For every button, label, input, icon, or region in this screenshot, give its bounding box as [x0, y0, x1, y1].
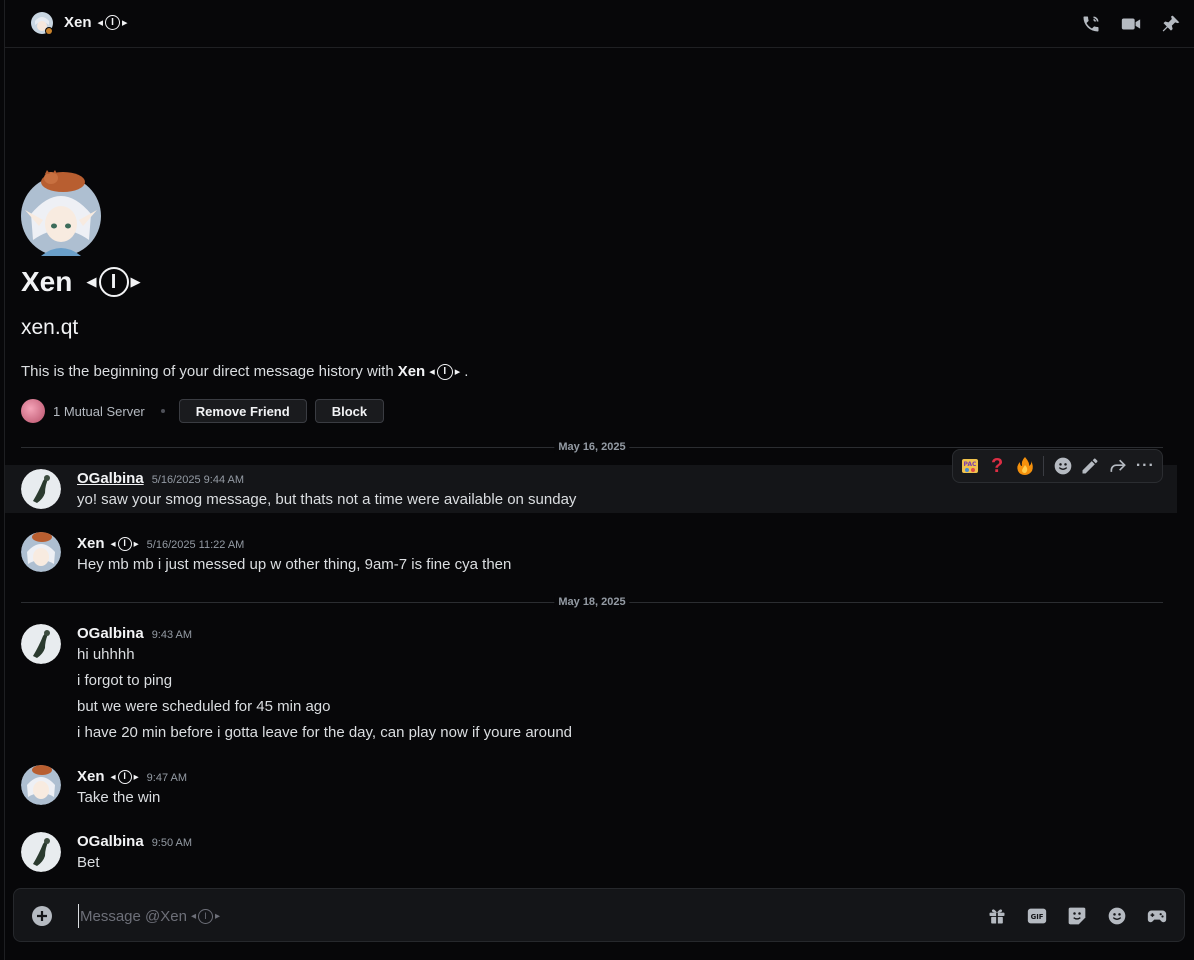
name-decoration: ◀ I ▶	[429, 363, 460, 380]
header-avatar[interactable]	[30, 11, 54, 35]
video-call-icon[interactable]	[1118, 11, 1144, 37]
name-decoration: ◀ I ▶	[111, 769, 139, 784]
profile-username: xen.qt	[21, 316, 79, 339]
message-content: but we were scheduled for 45 min ago	[77, 698, 331, 715]
author-avatar[interactable]	[21, 624, 61, 664]
sticker-icon[interactable]	[1064, 903, 1090, 929]
top-bar: Xen ◀ I ▶	[5, 0, 1194, 48]
message-content: i have 20 min before i gotta leave for t…	[77, 724, 573, 741]
author-avatar[interactable]	[21, 765, 61, 805]
more-icon[interactable]: ···	[1133, 453, 1158, 479]
intro-description: This is the beginning of your direct mes…	[21, 363, 469, 380]
author-avatar[interactable]	[21, 532, 61, 572]
message-content: Take the win	[77, 789, 161, 806]
header-name: Xen	[64, 14, 92, 31]
fire-emoji-reaction[interactable]	[1012, 453, 1037, 479]
message-input-placeholder: Message @Xen	[80, 907, 187, 925]
gif-icon[interactable]: GIF	[1024, 903, 1050, 929]
separator-dot	[160, 409, 165, 413]
name-decoration: ◀ I ▶	[86, 267, 141, 297]
message-timestamp: 5/16/2025 11:22 AM	[146, 539, 245, 551]
message-timestamp: 9:43 AM	[151, 629, 193, 641]
gift-icon[interactable]	[984, 903, 1010, 929]
mutual-servers-link[interactable]: 1 Mutual Server	[53, 404, 145, 419]
activity-icon[interactable]	[1144, 903, 1170, 929]
message-content: Bet	[77, 854, 100, 871]
header-toolbar	[1078, 11, 1184, 37]
mutual-server-icon[interactable]	[21, 399, 45, 423]
message-group[interactable]: OGalbina 9:50 AM Bet	[5, 828, 1177, 878]
message-timestamp: 9:47 AM	[146, 772, 188, 784]
message-content: yo! saw your smog message, but thats not…	[77, 491, 577, 508]
add-reaction-icon[interactable]	[1050, 453, 1075, 479]
name-decoration: ◀ I ▶	[191, 908, 220, 924]
message-action-bar: PAC ? ···	[952, 449, 1163, 483]
message-author[interactable]: OGalbina	[77, 470, 144, 487]
forward-icon[interactable]	[1105, 453, 1130, 479]
profile-avatar[interactable]	[21, 170, 101, 256]
date-divider: May 18, 2025	[21, 596, 1163, 608]
message-author[interactable]: OGalbina	[77, 625, 144, 642]
message-group[interactable]: OGalbina 9:43 AM hi uhhhh i forgot to pi…	[5, 620, 1177, 746]
name-decoration: ◀ I ▶	[111, 536, 139, 551]
remove-friend-button[interactable]: Remove Friend	[178, 399, 307, 423]
message-content: i forgot to ping	[77, 672, 173, 689]
mutual-row: 1 Mutual Server Remove Friend Block	[21, 398, 392, 424]
message-timestamp: 9:50 AM	[151, 837, 193, 849]
svg-text:GIF: GIF	[1031, 913, 1044, 921]
message-author[interactable]: OGalbina	[77, 833, 144, 850]
header-title[interactable]: Xen ◀ I ▶	[64, 14, 128, 31]
composer-toolbar: GIF	[984, 903, 1170, 929]
message-group[interactable]: Xen ◀ I ▶ 9:47 AM Take the win	[5, 763, 1177, 813]
message-author[interactable]: Xen ◀ I ▶	[77, 535, 139, 552]
message-content: Hey mb mb i just messed up w other thing…	[77, 556, 512, 573]
message-timestamp: 5/16/2025 9:44 AM	[151, 474, 245, 486]
edit-icon[interactable]	[1078, 453, 1103, 479]
action-separator	[1043, 456, 1045, 476]
date-divider: May 16, 2025	[21, 441, 1163, 453]
upload-plus-icon[interactable]	[30, 904, 54, 928]
profile-display-name: Xen ◀ I ▶	[21, 266, 141, 297]
block-button[interactable]: Block	[314, 399, 385, 423]
pin-icon[interactable]	[1158, 11, 1184, 37]
author-avatar[interactable]	[21, 832, 61, 872]
question-emoji-reaction[interactable]: ?	[984, 453, 1009, 479]
message-author[interactable]: Xen ◀ I ▶	[77, 768, 139, 785]
svg-text:PAC: PAC	[963, 461, 976, 468]
message-content: hi uhhhh	[77, 646, 135, 663]
message-input[interactable]: Message @Xen ◀ I ▶	[78, 904, 678, 928]
message-group[interactable]: Xen ◀ I ▶ 5/16/2025 11:22 AM Hey mb mb i j…	[5, 530, 1177, 580]
name-decoration: ◀ I ▶	[98, 15, 128, 30]
pac-emoji-reaction[interactable]: PAC	[957, 453, 982, 479]
emoji-icon[interactable]	[1104, 903, 1130, 929]
message-composer: Message @Xen ◀ I ▶ GIF	[13, 888, 1185, 942]
phone-call-icon[interactable]	[1078, 11, 1104, 37]
author-avatar[interactable]	[21, 469, 61, 509]
